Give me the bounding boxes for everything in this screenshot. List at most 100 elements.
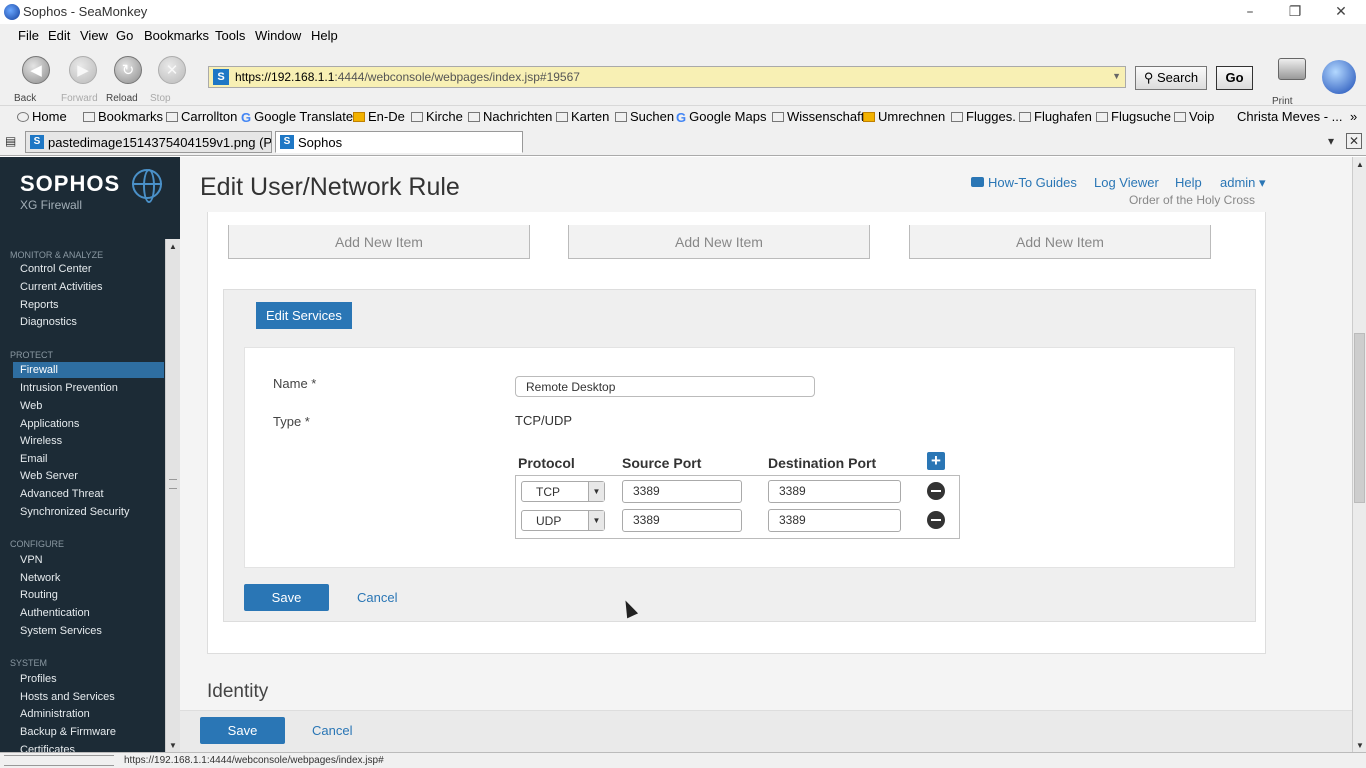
bookmark-suchen[interactable]: Suchen bbox=[615, 109, 674, 124]
scroll-down-icon[interactable]: ▼ bbox=[169, 741, 177, 750]
add-new-item-button-1[interactable]: Add New Item bbox=[228, 225, 530, 259]
sidebar-item-reports[interactable]: Reports bbox=[20, 299, 59, 311]
menu-bookmarks[interactable]: Bookmarks bbox=[144, 28, 209, 43]
save-button[interactable]: Save bbox=[200, 717, 285, 744]
remove-row-icon[interactable] bbox=[927, 482, 945, 500]
sidebar-item-firewall[interactable]: Firewall bbox=[20, 364, 58, 376]
close-icon[interactable]: ✕ bbox=[1331, 2, 1351, 22]
forward-button[interactable]: ▶ Forward bbox=[61, 54, 105, 104]
destination-port-input[interactable]: 3389 bbox=[768, 480, 901, 503]
bookmark-wissenschaft[interactable]: Wissenschaft bbox=[772, 109, 864, 124]
name-field[interactable] bbox=[515, 376, 815, 397]
remove-row-icon[interactable] bbox=[927, 511, 945, 529]
minimize-icon[interactable]: – bbox=[1240, 2, 1260, 22]
sidebar-item-vpn[interactable]: VPN bbox=[20, 554, 43, 566]
scroll-down-icon[interactable]: ▼ bbox=[1356, 741, 1364, 750]
bookmark-voip[interactable]: Voip bbox=[1174, 109, 1214, 124]
sidebar-item-system-services[interactable]: System Services bbox=[20, 625, 102, 637]
menu-file[interactable]: File bbox=[18, 28, 39, 43]
scroll-thumb[interactable] bbox=[1354, 333, 1365, 503]
bookmark-umrechnen[interactable]: Umrechnen bbox=[863, 109, 945, 124]
stop-button[interactable]: ✕ Stop bbox=[150, 54, 194, 104]
sidebar-item-current-activities[interactable]: Current Activities bbox=[20, 281, 103, 293]
sidebar-item-diagnostics[interactable]: Diagnostics bbox=[20, 316, 77, 328]
dictionary-icon bbox=[353, 112, 365, 122]
restore-icon[interactable]: ❐ bbox=[1285, 2, 1305, 22]
protocol-select[interactable]: TCP ▼ bbox=[521, 481, 605, 502]
page-scrollbar[interactable]: ▲ ▼ bbox=[1352, 157, 1366, 752]
menu-edit[interactable]: Edit bbox=[48, 28, 70, 43]
tab-sophos[interactable]: S Sophos bbox=[275, 131, 523, 153]
sidebar-item-authentication[interactable]: Authentication bbox=[20, 607, 90, 619]
bookmark-kirche[interactable]: Kirche bbox=[411, 109, 463, 124]
sidebar-item-administration[interactable]: Administration bbox=[20, 708, 90, 720]
go-button[interactable]: Go bbox=[1216, 66, 1253, 90]
bookmark-flughafen[interactable]: Flughafen bbox=[1019, 109, 1092, 124]
bookmarks-overflow-icon[interactable]: » bbox=[1350, 109, 1357, 124]
menu-go[interactable]: Go bbox=[116, 28, 133, 43]
source-port-input[interactable]: 3389 bbox=[622, 509, 742, 532]
sidebar-item-backup-firmware[interactable]: Backup & Firmware bbox=[20, 726, 116, 738]
sidebar-item-web-server[interactable]: Web Server bbox=[20, 470, 78, 482]
menu-tools[interactable]: Tools bbox=[215, 28, 245, 43]
bookmark-nachrichten[interactable]: Nachrichten bbox=[468, 109, 552, 124]
sidebar-item-advanced-threat[interactable]: Advanced Threat bbox=[20, 488, 104, 500]
add-new-item-button-2[interactable]: Add New Item bbox=[568, 225, 870, 259]
menu-help[interactable]: Help bbox=[311, 28, 338, 43]
help-link[interactable]: Help bbox=[1175, 175, 1202, 190]
bookmark-karten[interactable]: Karten bbox=[556, 109, 609, 124]
bookmark-bookmarks[interactable]: Bookmarks bbox=[83, 109, 163, 124]
url-host: https://192.168.1.1 bbox=[235, 70, 335, 84]
bookmark-christa-meves[interactable]: Christa Meves - ... bbox=[1237, 109, 1342, 124]
sidebar-item-intrusion-prevention[interactable]: Intrusion Prevention bbox=[20, 382, 118, 394]
print-button[interactable]: Print bbox=[1272, 58, 1312, 107]
tab-pastedimage[interactable]: S pastedimage1514375404159v1.png (PN... bbox=[25, 131, 272, 153]
reload-button[interactable]: ↻ Reload bbox=[106, 54, 150, 104]
tab-list-icon[interactable]: ▾ bbox=[1328, 134, 1334, 148]
add-new-item-button-3[interactable]: Add New Item bbox=[909, 225, 1211, 259]
add-port-row-button[interactable]: + bbox=[927, 452, 945, 470]
menu-window[interactable]: Window bbox=[255, 28, 301, 43]
protocol-select[interactable]: UDP ▼ bbox=[521, 510, 605, 531]
search-icon: ⚲ bbox=[1143, 70, 1157, 85]
sidebar-scrollbar[interactable]: ▲ ▼ bbox=[165, 239, 180, 752]
new-tab-icon[interactable]: ▤ bbox=[5, 134, 16, 148]
sidebar-item-certificates[interactable]: Certificates bbox=[20, 744, 75, 752]
sidebar-item-routing[interactable]: Routing bbox=[20, 589, 58, 601]
bookmark-carrollton[interactable]: Carrollton bbox=[166, 109, 237, 124]
dialog-save-button[interactable]: Save bbox=[244, 584, 329, 611]
bookmark-home[interactable]: Home bbox=[17, 109, 67, 124]
admin-menu[interactable]: admin ▾ bbox=[1220, 175, 1266, 191]
reload-label: Reload bbox=[106, 93, 138, 104]
bookmark-flugsuche[interactable]: Flugsuche bbox=[1096, 109, 1171, 124]
url-bar[interactable]: S https://192.168.1.1:4444/webconsole/we… bbox=[208, 66, 1126, 88]
scroll-up-icon[interactable]: ▲ bbox=[169, 242, 177, 251]
sidebar-item-hosts-and-services[interactable]: Hosts and Services bbox=[20, 691, 115, 703]
url-dropdown-icon[interactable]: ▼ bbox=[1112, 71, 1121, 81]
close-tab-icon[interactable]: ✕ bbox=[1346, 133, 1363, 149]
menu-view[interactable]: View bbox=[80, 28, 108, 43]
source-port-input[interactable]: 3389 bbox=[622, 480, 742, 503]
sidebar-item-web[interactable]: Web bbox=[20, 400, 42, 412]
bookmark-en-de[interactable]: En-De bbox=[353, 109, 405, 124]
sidebar-item-email[interactable]: Email bbox=[20, 453, 48, 465]
sidebar-item-wireless[interactable]: Wireless bbox=[20, 435, 62, 447]
forward-arrow-icon: ▶ bbox=[69, 56, 97, 84]
status-component-icons[interactable] bbox=[4, 755, 114, 766]
dialog-cancel-link[interactable]: Cancel bbox=[357, 590, 397, 605]
sidebar-item-profiles[interactable]: Profiles bbox=[20, 673, 57, 685]
sidebar-item-network[interactable]: Network bbox=[20, 572, 60, 584]
bookmark-google-maps[interactable]: G Google Maps bbox=[676, 109, 766, 125]
destination-port-input[interactable]: 3389 bbox=[768, 509, 901, 532]
sidebar-item-applications[interactable]: Applications bbox=[20, 418, 79, 430]
log-viewer-link[interactable]: Log Viewer bbox=[1094, 175, 1159, 190]
how-to-guides-link[interactable]: How-To Guides bbox=[988, 175, 1077, 190]
bookmark-flugges[interactable]: Flugges. bbox=[951, 109, 1016, 124]
search-button[interactable]: ⚲ Search bbox=[1135, 66, 1207, 90]
cancel-link[interactable]: Cancel bbox=[312, 723, 352, 738]
scroll-up-icon[interactable]: ▲ bbox=[1356, 160, 1364, 169]
bookmark-google-translate[interactable]: G Google Translate bbox=[241, 109, 353, 125]
sidebar-item-control-center[interactable]: Control Center bbox=[20, 263, 92, 275]
sidebar-item-synchronized-security[interactable]: Synchronized Security bbox=[20, 506, 129, 518]
back-button[interactable]: ◀ Back bbox=[14, 54, 58, 104]
